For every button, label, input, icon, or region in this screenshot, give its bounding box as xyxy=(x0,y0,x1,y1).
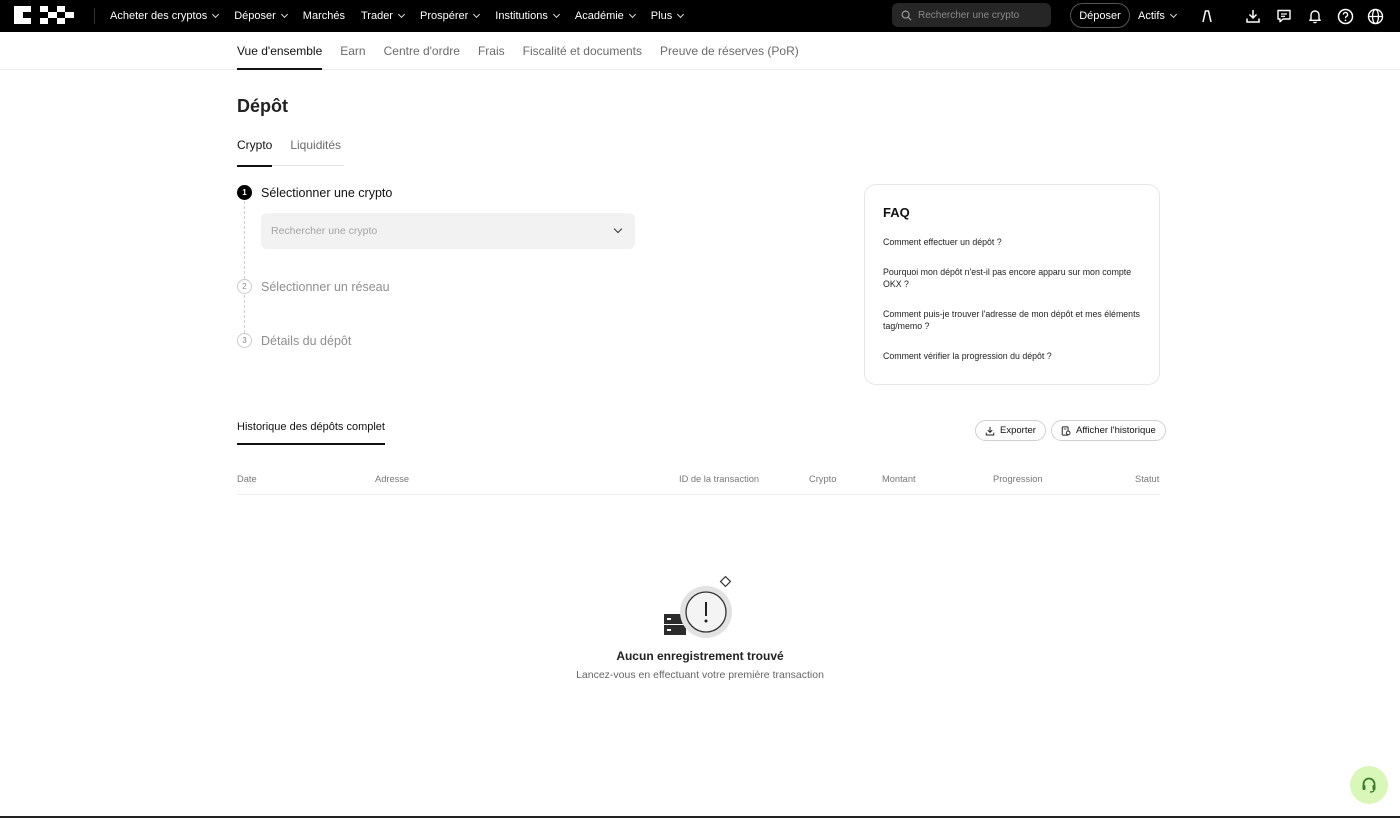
empty-state-illustration xyxy=(664,575,732,638)
step-label: Sélectionner un réseau xyxy=(261,279,390,294)
nav-label: Prospérer xyxy=(419,10,469,22)
column-header-amount: Montant xyxy=(882,474,916,484)
search-icon xyxy=(901,10,912,21)
nav-label: Marchés xyxy=(302,10,345,22)
nav-markets[interactable]: Marchés xyxy=(295,10,353,22)
help-icon[interactable] xyxy=(1336,7,1354,25)
faq-link[interactable]: Comment effectuer un dépôt ? xyxy=(883,236,1141,248)
faq-link[interactable]: Pourquoi mon dépôt n'est-il pas encore a… xyxy=(883,266,1141,290)
step-number: 2 xyxy=(237,279,252,294)
step-connector xyxy=(244,295,245,333)
step-label: Détails du dépôt xyxy=(261,333,352,348)
view-history-label: Afficher l'historique xyxy=(1076,425,1156,436)
nav-deposit[interactable]: Déposer xyxy=(226,10,295,22)
headset-icon xyxy=(1362,777,1376,793)
main-nav: Acheter des cryptos Déposer Marchés Trad… xyxy=(102,0,691,32)
faq-title: FAQ xyxy=(883,205,910,220)
step-deposit-details: 3 Détails du dépôt xyxy=(237,333,351,348)
nav-buy-crypto[interactable]: Acheter des cryptos xyxy=(102,10,226,22)
column-header-crypto: Crypto xyxy=(809,474,837,484)
faq-link[interactable]: Comment puis-je trouver l'adresse de mon… xyxy=(883,308,1141,332)
nav-trade[interactable]: Trader xyxy=(353,10,412,22)
chevron-down-icon xyxy=(552,10,560,19)
chevron-down-icon xyxy=(397,10,406,19)
nav-label: Déposer xyxy=(234,10,276,22)
download-icon[interactable] xyxy=(1244,7,1262,25)
globe-icon[interactable] xyxy=(1366,7,1384,25)
deposit-button[interactable]: Déposer xyxy=(1070,3,1130,28)
step-select-network: 2 Sélectionner un réseau xyxy=(237,279,390,294)
page-title: Dépôt xyxy=(237,96,288,116)
table-header-divider xyxy=(237,494,1160,495)
chevron-down-icon xyxy=(280,10,288,19)
global-search[interactable] xyxy=(892,3,1051,27)
step-connector xyxy=(244,201,245,279)
tab-overview[interactable]: Vue d'ensemble xyxy=(237,32,323,70)
column-header-address: Adresse xyxy=(375,474,410,484)
deposit-type-tabs: Crypto Liquidités xyxy=(237,138,344,167)
crypto-select-placeholder: Rechercher une crypto xyxy=(271,225,378,237)
bell-icon[interactable] xyxy=(1306,7,1324,25)
top-navigation-bar: Acheter des cryptos Déposer Marchés Trad… xyxy=(0,0,1400,32)
faq-card: FAQ Comment effectuer un dépôt ? Pourquo… xyxy=(864,184,1160,385)
download-icon xyxy=(985,426,995,436)
assets-label: Actifs xyxy=(1138,10,1165,22)
message-icon[interactable] xyxy=(1275,7,1293,25)
chevron-down-icon xyxy=(628,10,636,19)
chevron-down-icon xyxy=(613,224,623,234)
tab-proof-of-reserves[interactable]: Preuve de réserves (PoR) xyxy=(660,32,799,70)
export-label: Exporter xyxy=(1000,425,1036,436)
view-history-button[interactable]: Afficher l'historique xyxy=(1051,420,1166,441)
export-button[interactable]: Exporter xyxy=(975,420,1046,441)
column-header-transaction-id: ID de la transaction xyxy=(679,474,760,484)
tab-crypto[interactable]: Crypto xyxy=(237,138,273,167)
tab-fiat[interactable]: Liquidités xyxy=(290,138,341,166)
support-chat-button[interactable] xyxy=(1350,766,1388,804)
okx-logo[interactable] xyxy=(14,6,74,24)
nav-label: Institutions xyxy=(495,10,548,22)
history-document-icon xyxy=(1061,425,1071,436)
chevron-down-icon xyxy=(212,10,220,19)
search-input[interactable] xyxy=(918,9,1043,21)
tab-earn[interactable]: Earn xyxy=(340,32,365,70)
chevron-down-icon xyxy=(473,10,481,19)
tab-tax-documents[interactable]: Fiscalité et documents xyxy=(523,32,642,70)
nav-grow[interactable]: Prospérer xyxy=(412,10,487,22)
chevron-down-icon xyxy=(677,10,685,19)
column-header-date: Date xyxy=(237,474,257,484)
step-number: 3 xyxy=(237,333,252,348)
empty-state-subtitle: Lancez-vous en effectuant votre première… xyxy=(576,669,824,681)
nav-more[interactable]: Plus xyxy=(643,10,691,22)
chevron-down-icon xyxy=(1169,10,1177,19)
tab-order-center[interactable]: Centre d'ordre xyxy=(384,32,460,70)
step-select-crypto: 1 Sélectionner une crypto xyxy=(237,185,392,200)
nav-label: Acheter des cryptos xyxy=(110,10,208,22)
tab-full-deposit-history[interactable]: Historique des dépôts complet xyxy=(237,421,385,445)
nav-label: Académie xyxy=(574,10,624,22)
column-header-status: Statut xyxy=(1135,474,1160,484)
tab-fees[interactable]: Frais xyxy=(478,32,505,70)
nav-institutions[interactable]: Institutions xyxy=(487,10,567,22)
logo-divider xyxy=(94,8,95,24)
user-icon[interactable] xyxy=(1198,7,1216,25)
nav-label: Trader xyxy=(360,10,393,22)
asset-subnav: Vue d'ensemble Earn Centre d'ordre Frais… xyxy=(0,32,1400,70)
assets-menu[interactable]: Actifs xyxy=(1138,0,1177,32)
faq-link[interactable]: Comment vérifier la progression du dépôt… xyxy=(883,350,1141,362)
nav-label: Plus xyxy=(650,10,673,22)
empty-state-title: Aucun enregistrement trouvé xyxy=(616,649,784,663)
step-label: Sélectionner une crypto xyxy=(261,185,393,200)
column-header-progress: Progression xyxy=(993,474,1043,484)
crypto-select-dropdown[interactable]: Rechercher une crypto xyxy=(261,213,635,249)
nav-academy[interactable]: Académie xyxy=(567,10,643,22)
step-number: 1 xyxy=(237,185,252,200)
